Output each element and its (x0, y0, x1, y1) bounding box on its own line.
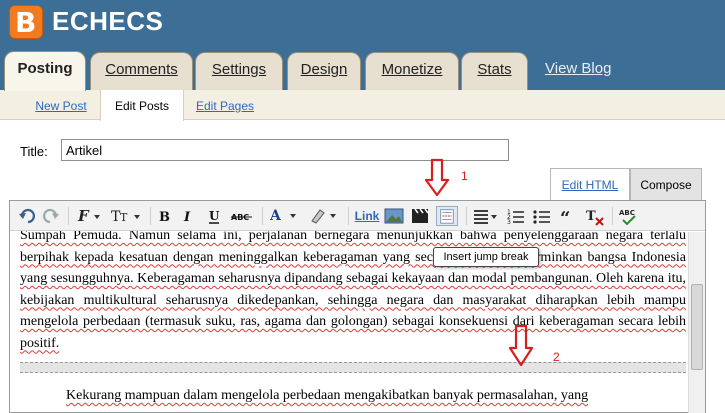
edit-html-tab[interactable]: Edit HTML (550, 168, 630, 200)
tab-design[interactable]: Design (287, 52, 361, 90)
svg-text:I: I (183, 210, 191, 225)
svg-text:T: T (586, 209, 596, 224)
scrollbar-thumb[interactable] (691, 284, 703, 370)
blog-title[interactable]: ECHECS (52, 5, 163, 37)
jump-break-tooltip: Insert jump break (433, 247, 539, 267)
compose-tab[interactable]: Compose (630, 168, 702, 200)
font-icon[interactable]: F (76, 206, 104, 226)
bold-icon[interactable]: B (156, 206, 172, 226)
tab-monetize[interactable]: Monetize (365, 52, 459, 90)
toolbar-separator (262, 207, 263, 225)
svg-text:“: “ (560, 208, 570, 226)
annotation-arrow-1-icon (425, 158, 449, 197)
toolbar-separator (466, 207, 467, 225)
jump-break-icon[interactable] (436, 206, 458, 226)
toolbar-separator (150, 207, 151, 225)
text-color-icon[interactable]: A (268, 206, 302, 226)
annotation-number-2: 2 (553, 350, 560, 364)
svg-text:T: T (120, 211, 128, 224)
image-icon[interactable] (384, 206, 404, 226)
svg-text:B: B (159, 210, 170, 225)
numbered-list-icon[interactable]: 1 2 3 (506, 206, 526, 226)
video-icon[interactable] (410, 206, 430, 226)
clear-formatting-icon[interactable]: T (584, 206, 606, 226)
subnav-edit-pages[interactable]: Edit Pages (186, 90, 264, 120)
post-editor: F T T B I U ABC A Link 1 2 3 “ T ABC Sum… (9, 200, 706, 413)
link-button[interactable]: Link (354, 206, 380, 226)
svg-text:F: F (77, 207, 90, 225)
jump-break-marker[interactable] (20, 362, 686, 373)
subnav-new-post[interactable]: New Post (24, 90, 98, 120)
editor-content[interactable]: Sumpah Pemuda. Namun selama ini, perjala… (20, 231, 686, 412)
toolbar-separator (68, 207, 69, 225)
paragraph-1: Sumpah Pemuda. Namun selama ini, perjala… (20, 231, 686, 351)
blogger-logo-icon[interactable]: B (9, 5, 43, 39)
quote-icon[interactable]: “ (558, 206, 578, 226)
tab-settings[interactable]: Settings (195, 52, 283, 90)
undo-icon[interactable] (18, 206, 36, 226)
svg-text:U: U (209, 209, 220, 223)
annotation-arrow-2-icon (508, 324, 534, 367)
strikethrough-icon[interactable]: ABC (230, 206, 254, 226)
tab-posting[interactable]: Posting (4, 51, 86, 91)
editor-scrollbar[interactable] (688, 232, 705, 413)
highlight-icon[interactable] (308, 206, 342, 226)
toolbar-separator (348, 207, 349, 225)
toolbar-separator (612, 207, 613, 225)
underline-icon[interactable]: U (206, 206, 222, 226)
svg-text:ABC: ABC (619, 209, 635, 217)
posting-subnav: New Post Edit Posts Edit Pages (0, 90, 725, 121)
svg-text:3: 3 (507, 219, 511, 226)
tab-comments[interactable]: Comments (90, 52, 193, 90)
bullet-list-icon[interactable] (532, 206, 552, 226)
redo-icon[interactable] (42, 206, 60, 226)
annotation-number-1: 1 (461, 169, 468, 183)
title-label: Title: (20, 144, 48, 159)
tab-stats[interactable]: Stats (461, 52, 528, 90)
editor-toolbar: F T T B I U ABC A Link 1 2 3 “ T ABC (10, 201, 705, 231)
subnav-edit-posts[interactable]: Edit Posts (100, 90, 184, 121)
logo-letter: B (15, 6, 37, 39)
view-blog-link[interactable]: View Blog (545, 60, 611, 77)
font-size-icon[interactable]: T T (110, 206, 144, 226)
align-icon[interactable] (472, 206, 500, 226)
italic-icon[interactable]: I (180, 206, 196, 226)
paragraph-2: Kekurang mampuan dalam mengelola perbeda… (66, 388, 589, 403)
spellcheck-icon[interactable]: ABC (618, 206, 640, 226)
svg-text:A: A (269, 208, 282, 224)
